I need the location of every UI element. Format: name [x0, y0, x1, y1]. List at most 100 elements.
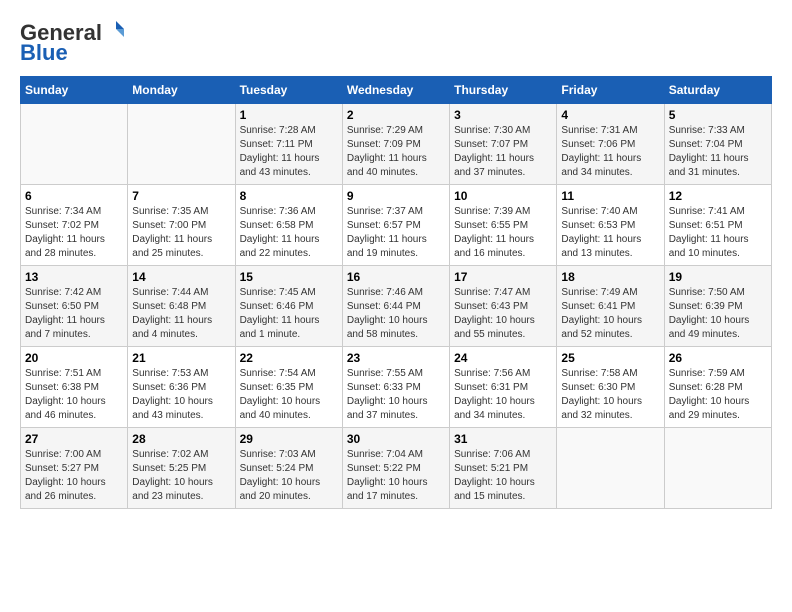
calendar-cell: 8 Sunrise: 7:36 AMSunset: 6:58 PMDaylight… [235, 185, 342, 266]
day-header-saturday: Saturday [664, 77, 771, 104]
day-info: Sunrise: 7:55 AMSunset: 6:33 PMDaylight:… [347, 367, 445, 423]
day-number: 7 [132, 189, 230, 203]
day-number: 1 [240, 108, 338, 122]
day-info: Sunrise: 7:59 AMSunset: 6:28 PMDaylight:… [669, 367, 767, 423]
day-info: Sunrise: 7:33 AMSunset: 7:04 PMDaylight:… [669, 124, 767, 180]
day-number: 13 [25, 270, 123, 284]
day-info: Sunrise: 7:39 AMSunset: 6:55 PMDaylight:… [454, 205, 552, 261]
day-number: 27 [25, 432, 123, 446]
calendar-cell: 18 Sunrise: 7:49 AMSunset: 6:41 PMDayligh… [557, 266, 664, 347]
calendar-cell: 9Sunrise: 7:37 AMSunset: 6:57 PMDaylight… [342, 185, 449, 266]
calendar-cell: 15 Sunrise: 7:45 AMSunset: 6:46 PMDayligh… [235, 266, 342, 347]
calendar-cell: 30Sunrise: 7:04 AMSunset: 5:22 PMDayligh… [342, 428, 449, 509]
day-info: Sunrise: 7:56 AMSunset: 6:31 PMDaylight:… [454, 367, 552, 423]
day-header-sunday: Sunday [21, 77, 128, 104]
calendar-cell: 12 Sunrise: 7:41 AMSunset: 6:51 PMDayligh… [664, 185, 771, 266]
day-info: Sunrise: 7:44 AMSunset: 6:48 PMDaylight:… [132, 286, 230, 342]
day-number: 11 [561, 189, 659, 203]
day-info: Sunrise: 7:36 AMSunset: 6:58 PMDaylight:… [240, 205, 338, 261]
day-number: 14 [132, 270, 230, 284]
calendar-cell: 17 Sunrise: 7:47 AMSunset: 6:43 PMDayligh… [450, 266, 557, 347]
day-number: 20 [25, 351, 123, 365]
day-number: 28 [132, 432, 230, 446]
day-header-monday: Monday [128, 77, 235, 104]
day-header-thursday: Thursday [450, 77, 557, 104]
calendar-cell: 5 Sunrise: 7:33 AMSunset: 7:04 PMDaylight… [664, 104, 771, 185]
day-info: Sunrise: 7:34 AMSunset: 7:02 PMDaylight:… [25, 205, 123, 261]
day-info: Sunrise: 7:46 AMSunset: 6:44 PMDaylight:… [347, 286, 445, 342]
day-info: Sunrise: 7:41 AMSunset: 6:51 PMDaylight:… [669, 205, 767, 261]
day-number: 19 [669, 270, 767, 284]
calendar-cell: 23 Sunrise: 7:55 AMSunset: 6:33 PMDayligh… [342, 347, 449, 428]
calendar-cell: 24 Sunrise: 7:56 AMSunset: 6:31 PMDayligh… [450, 347, 557, 428]
calendar-cell: 27 Sunrise: 7:00 AMSunset: 5:27 PMDayligh… [21, 428, 128, 509]
calendar-cell [664, 428, 771, 509]
calendar-cell: 25 Sunrise: 7:58 AMSunset: 6:30 PMDayligh… [557, 347, 664, 428]
day-info: Sunrise: 7:40 AMSunset: 6:53 PMDaylight:… [561, 205, 659, 261]
day-number: 25 [561, 351, 659, 365]
calendar-cell: 13 Sunrise: 7:42 AMSunset: 6:50 PMDayligh… [21, 266, 128, 347]
calendar-cell: 20 Sunrise: 7:51 AMSunset: 6:38 PMDayligh… [21, 347, 128, 428]
day-info: Sunrise: 7:51 AMSunset: 6:38 PMDaylight:… [25, 367, 123, 423]
day-header-tuesday: Tuesday [235, 77, 342, 104]
day-info: Sunrise: 7:02 AMSunset: 5:25 PMDaylight:… [132, 448, 230, 504]
day-header-friday: Friday [557, 77, 664, 104]
day-number: 15 [240, 270, 338, 284]
day-number: 31 [454, 432, 552, 446]
day-info: Sunrise: 7:47 AMSunset: 6:43 PMDaylight:… [454, 286, 552, 342]
day-info: Sunrise: 7:35 AMSunset: 7:00 PMDaylight:… [132, 205, 230, 261]
calendar-cell: 10 Sunrise: 7:39 AMSunset: 6:55 PMDayligh… [450, 185, 557, 266]
calendar-table: SundayMondayTuesdayWednesdayThursdayFrid… [20, 76, 772, 509]
day-number: 22 [240, 351, 338, 365]
day-info: Sunrise: 7:49 AMSunset: 6:41 PMDaylight:… [561, 286, 659, 342]
day-info: Sunrise: 7:53 AMSunset: 6:36 PMDaylight:… [132, 367, 230, 423]
calendar-cell: 16 Sunrise: 7:46 AMSunset: 6:44 PMDayligh… [342, 266, 449, 347]
day-number: 5 [669, 108, 767, 122]
calendar-cell: 4 Sunrise: 7:31 AMSunset: 7:06 PMDaylight… [557, 104, 664, 185]
calendar-cell: 6 Sunrise: 7:34 AMSunset: 7:02 PMDaylight… [21, 185, 128, 266]
day-info: Sunrise: 7:50 AMSunset: 6:39 PMDaylight:… [669, 286, 767, 342]
logo-icon [106, 19, 126, 39]
calendar-cell: 1Sunrise: 7:28 AMSunset: 7:11 PMDaylight… [235, 104, 342, 185]
day-number: 30 [347, 432, 445, 446]
day-number: 2 [347, 108, 445, 122]
calendar-cell: 19 Sunrise: 7:50 AMSunset: 6:39 PMDayligh… [664, 266, 771, 347]
calendar-cell [128, 104, 235, 185]
day-number: 18 [561, 270, 659, 284]
day-info: Sunrise: 7:37 AMSunset: 6:57 PMDaylight:… [347, 205, 445, 261]
day-number: 21 [132, 351, 230, 365]
day-info: Sunrise: 7:45 AMSunset: 6:46 PMDaylight:… [240, 286, 338, 342]
day-info: Sunrise: 7:29 AMSunset: 7:09 PMDaylight:… [347, 124, 445, 180]
day-header-wednesday: Wednesday [342, 77, 449, 104]
day-number: 29 [240, 432, 338, 446]
calendar-cell: 2 Sunrise: 7:29 AMSunset: 7:09 PMDaylight… [342, 104, 449, 185]
day-number: 4 [561, 108, 659, 122]
calendar-cell [557, 428, 664, 509]
calendar-cell: 11 Sunrise: 7:40 AMSunset: 6:53 PMDayligh… [557, 185, 664, 266]
day-number: 26 [669, 351, 767, 365]
day-info: Sunrise: 7:00 AMSunset: 5:27 PMDaylight:… [25, 448, 123, 504]
day-number: 23 [347, 351, 445, 365]
day-number: 17 [454, 270, 552, 284]
calendar-cell: 26 Sunrise: 7:59 AMSunset: 6:28 PMDayligh… [664, 347, 771, 428]
day-info: Sunrise: 7:54 AMSunset: 6:35 PMDaylight:… [240, 367, 338, 423]
day-info: Sunrise: 7:06 AMSunset: 5:21 PMDaylight:… [454, 448, 552, 504]
logo: General Blue [20, 20, 126, 66]
day-info: Sunrise: 7:42 AMSunset: 6:50 PMDaylight:… [25, 286, 123, 342]
day-number: 12 [669, 189, 767, 203]
day-number: 10 [454, 189, 552, 203]
day-number: 24 [454, 351, 552, 365]
page-header: General Blue [20, 20, 772, 66]
day-info: Sunrise: 7:31 AMSunset: 7:06 PMDaylight:… [561, 124, 659, 180]
calendar-cell: 31 Sunrise: 7:06 AMSunset: 5:21 PMDayligh… [450, 428, 557, 509]
logo-blue-text: Blue [20, 40, 68, 66]
day-info: Sunrise: 7:03 AMSunset: 5:24 PMDaylight:… [240, 448, 338, 504]
day-number: 8 [240, 189, 338, 203]
calendar-cell [21, 104, 128, 185]
day-number: 6 [25, 189, 123, 203]
day-number: 3 [454, 108, 552, 122]
day-info: Sunrise: 7:30 AMSunset: 7:07 PMDaylight:… [454, 124, 552, 180]
calendar-cell: 14 Sunrise: 7:44 AMSunset: 6:48 PMDayligh… [128, 266, 235, 347]
day-number: 16 [347, 270, 445, 284]
day-info: Sunrise: 7:58 AMSunset: 6:30 PMDaylight:… [561, 367, 659, 423]
